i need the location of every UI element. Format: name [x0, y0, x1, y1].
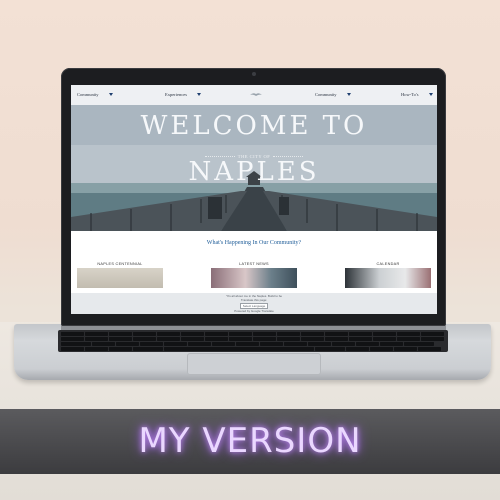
hero-title-line2: NAPLES [188, 157, 320, 187]
section-heading: What's Happening In Our Community? [206, 240, 302, 246]
card-calendar[interactable]: CALENDAR [345, 262, 431, 288]
card-naples-centennial[interactable]: NAPLES CENTENNIAL [77, 262, 163, 288]
site-footer: "It's all about me in the Naples. Build … [71, 293, 437, 314]
webcam [252, 72, 256, 76]
laptop-hinge [61, 326, 446, 330]
translate-powered-by: Powered by Google Translate [234, 309, 274, 313]
nav-item-community[interactable]: Community [77, 92, 113, 97]
site-logo-icon[interactable] [249, 90, 263, 99]
translate-label: Translate this page: [240, 298, 268, 302]
caption-banner: MY VERSION [0, 409, 500, 474]
card-image [345, 268, 431, 288]
laptop-screen: Community Experiences Community How-To's [71, 85, 437, 314]
banner-text: MY VERSION [138, 421, 362, 461]
chevron-down-icon [197, 93, 201, 96]
site-navbar: Community Experiences Community How-To's [71, 85, 437, 106]
laptop-lid: Community Experiences Community How-To's [61, 68, 446, 326]
chevron-down-icon [108, 93, 113, 96]
card-image [77, 268, 163, 288]
nav-item-how-tos[interactable]: How-To's [401, 92, 433, 97]
chevron-down-icon [346, 93, 351, 96]
card-image [211, 268, 297, 288]
hero-title-line1: WELCOME TO [140, 111, 368, 141]
chevron-down-icon [428, 93, 433, 96]
laptop-keyboard [58, 330, 448, 352]
hero-banner: WELCOME TO THE CITY OF NAPLES [71, 105, 437, 231]
trackpad [187, 353, 321, 375]
card-latest-news[interactable]: LATEST NEWS [211, 262, 297, 288]
nav-item-community-2[interactable]: Community [315, 92, 351, 97]
nav-item-experiences[interactable]: Experiences [165, 92, 201, 97]
